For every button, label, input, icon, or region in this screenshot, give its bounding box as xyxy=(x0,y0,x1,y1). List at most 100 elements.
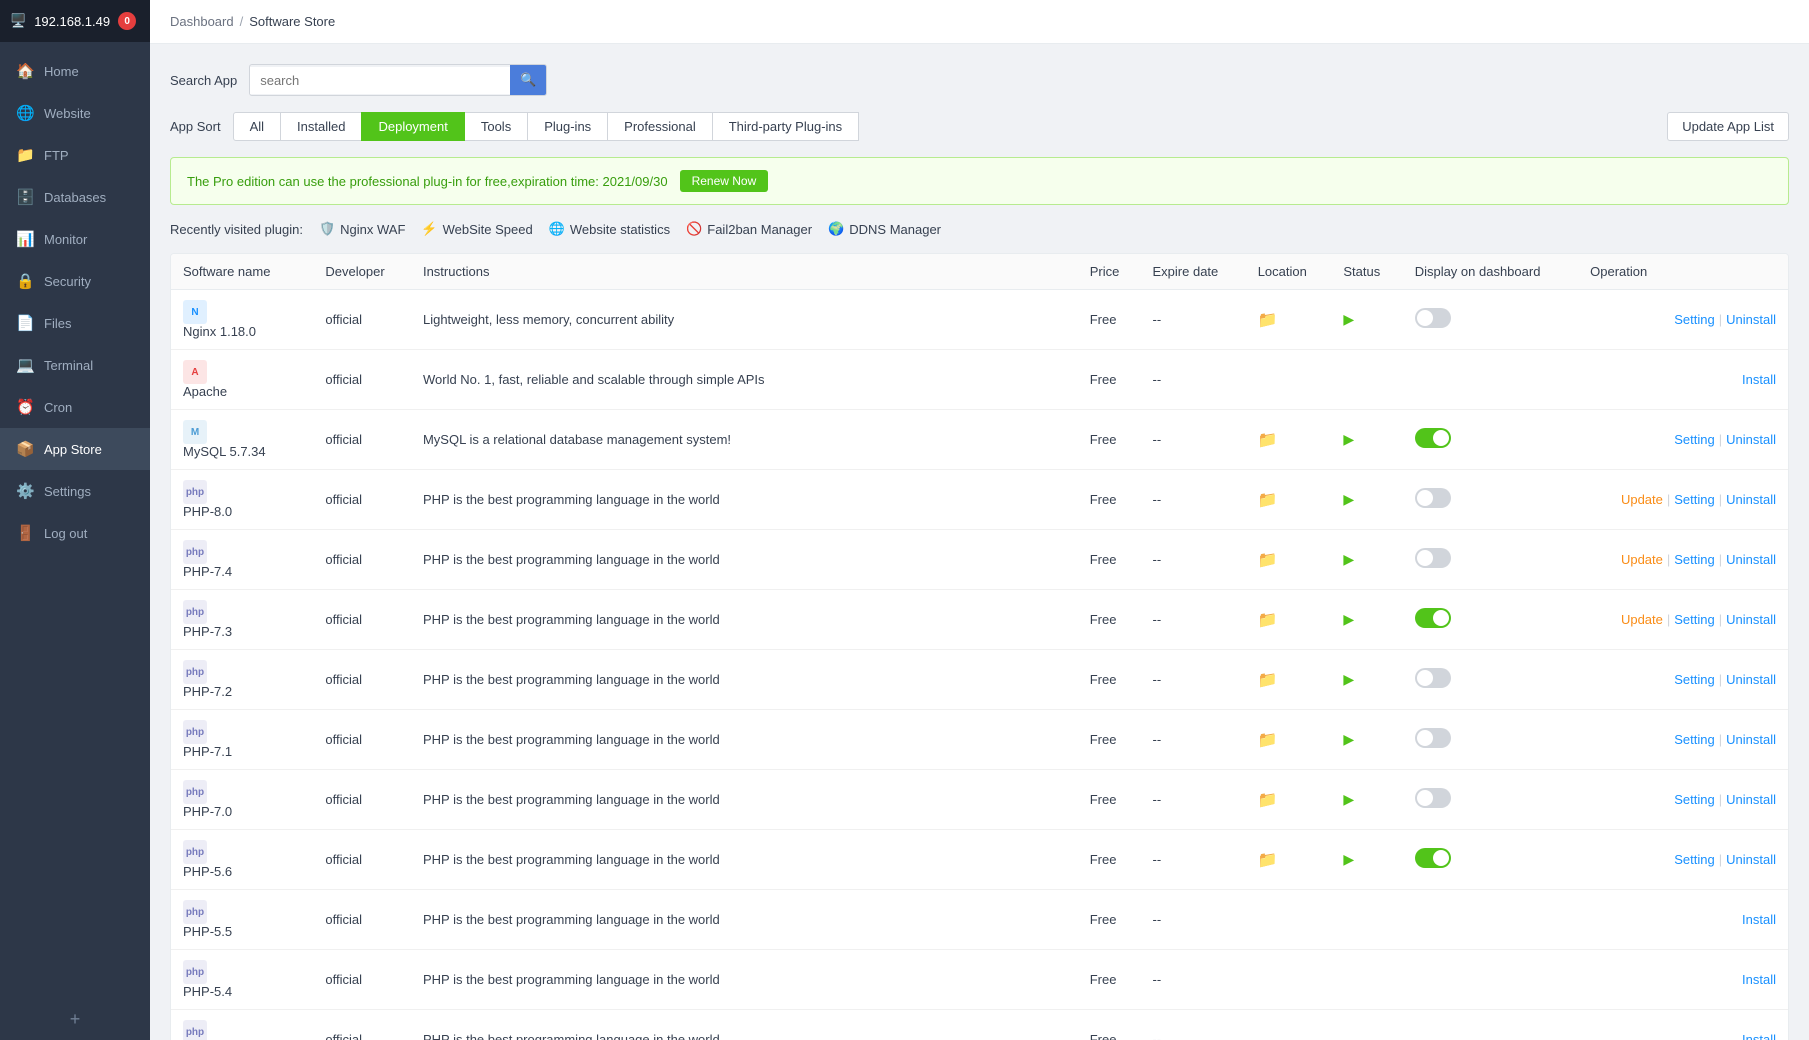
setting-link[interactable]: Setting xyxy=(1674,852,1714,867)
play-button[interactable]: ▶ xyxy=(1343,671,1354,687)
sort-tab-installed[interactable]: Installed xyxy=(280,112,362,141)
play-button[interactable]: ▶ xyxy=(1343,491,1354,507)
uninstall-link[interactable]: Uninstall xyxy=(1726,852,1776,867)
sidebar-item-home[interactable]: 🏠Home xyxy=(0,50,150,92)
folder-icon[interactable]: 📁 xyxy=(1258,492,1278,509)
play-button[interactable]: ▶ xyxy=(1343,731,1354,747)
sidebar-item-terminal[interactable]: 💻Terminal xyxy=(0,344,150,386)
dashboard-toggle[interactable] xyxy=(1415,668,1451,688)
sort-tab-all[interactable]: All xyxy=(233,112,281,141)
sidebar-item-ftp[interactable]: 📁FTP xyxy=(0,134,150,176)
table-header: Software nameDeveloperInstructionsPriceE… xyxy=(171,254,1788,290)
add-button[interactable]: + xyxy=(0,999,150,1040)
sidebar-item-files[interactable]: 📄Files xyxy=(0,302,150,344)
breadcrumb-separator: / xyxy=(240,14,244,29)
folder-icon[interactable]: 📁 xyxy=(1258,792,1278,809)
status-cell: ▶ xyxy=(1331,410,1402,470)
folder-icon[interactable]: 📁 xyxy=(1258,732,1278,749)
folder-icon[interactable]: 📁 xyxy=(1258,432,1278,449)
recent-item-website-statistics[interactable]: 🌐Website statistics xyxy=(549,221,670,237)
sidebar-item-website[interactable]: 🌐Website xyxy=(0,92,150,134)
uninstall-link[interactable]: Uninstall xyxy=(1726,432,1776,447)
sort-tab-third-party-plug-ins[interactable]: Third-party Plug-ins xyxy=(712,112,859,141)
sidebar-item-cron[interactable]: ⏰Cron xyxy=(0,386,150,428)
setting-link[interactable]: Setting xyxy=(1674,312,1714,327)
sidebar-item-logout[interactable]: 🚪Log out xyxy=(0,512,150,554)
sidebar-item-settings[interactable]: ⚙️Settings xyxy=(0,470,150,512)
status-cell: ▶ xyxy=(1331,530,1402,590)
folder-icon[interactable]: 📁 xyxy=(1258,612,1278,629)
uninstall-link[interactable]: Uninstall xyxy=(1726,492,1776,507)
sidebar-item-appstore[interactable]: 📦App Store xyxy=(0,428,150,470)
install-link[interactable]: Install xyxy=(1742,1032,1776,1040)
setting-link[interactable]: Setting xyxy=(1674,552,1714,567)
play-button[interactable]: ▶ xyxy=(1343,611,1354,627)
recent-item-ddns-manager[interactable]: 🌍DDNS Manager xyxy=(828,221,941,237)
folder-icon[interactable]: 📁 xyxy=(1258,552,1278,569)
uninstall-link[interactable]: Uninstall xyxy=(1726,552,1776,567)
dashboard-toggle[interactable] xyxy=(1415,548,1451,568)
app-name: Apache xyxy=(183,384,227,399)
uninstall-link[interactable]: Uninstall xyxy=(1726,792,1776,807)
uninstall-link[interactable]: Uninstall xyxy=(1726,732,1776,747)
dashboard-toggle-cell xyxy=(1403,950,1578,1010)
dashboard-toggle[interactable] xyxy=(1415,608,1451,628)
sort-tab-professional[interactable]: Professional xyxy=(607,112,713,141)
setting-link[interactable]: Setting xyxy=(1674,732,1714,747)
dashboard-toggle[interactable] xyxy=(1415,788,1451,808)
setting-link[interactable]: Setting xyxy=(1674,672,1714,687)
app-icon: A xyxy=(183,360,207,384)
uninstall-link[interactable]: Uninstall xyxy=(1726,612,1776,627)
update-link[interactable]: Update xyxy=(1621,552,1663,567)
dashboard-toggle[interactable] xyxy=(1415,848,1451,868)
app-name: PHP-7.0 xyxy=(183,804,232,819)
update-app-button[interactable]: Update App List xyxy=(1667,112,1789,141)
sidebar-item-databases[interactable]: 🗄️Databases xyxy=(0,176,150,218)
play-button[interactable]: ▶ xyxy=(1343,311,1354,327)
app-name-cell: phpPHP-7.0 xyxy=(171,770,313,830)
install-link[interactable]: Install xyxy=(1742,972,1776,987)
expire-cell: -- xyxy=(1141,890,1246,950)
sidebar-item-security[interactable]: 🔒Security xyxy=(0,260,150,302)
dashboard-toggle[interactable] xyxy=(1415,728,1451,748)
play-button[interactable]: ▶ xyxy=(1343,851,1354,867)
terminal-icon: 💻 xyxy=(16,356,34,374)
folder-icon[interactable]: 📁 xyxy=(1258,852,1278,869)
folder-icon[interactable]: 📁 xyxy=(1258,312,1278,329)
play-button[interactable]: ▶ xyxy=(1343,431,1354,447)
sort-tab-plug-ins[interactable]: Plug-ins xyxy=(527,112,608,141)
status-cell: ▶ xyxy=(1331,650,1402,710)
setting-link[interactable]: Setting xyxy=(1674,792,1714,807)
app-icon: php xyxy=(183,840,207,864)
folder-icon[interactable]: 📁 xyxy=(1258,672,1278,689)
breadcrumb-home[interactable]: Dashboard xyxy=(170,14,234,29)
dashboard-toggle[interactable] xyxy=(1415,488,1451,508)
setting-link[interactable]: Setting xyxy=(1674,492,1714,507)
update-link[interactable]: Update xyxy=(1621,612,1663,627)
setting-link[interactable]: Setting xyxy=(1674,612,1714,627)
sort-tab-tools[interactable]: Tools xyxy=(464,112,528,141)
app-name-cell: phpPHP-5.3 xyxy=(171,1010,313,1040)
renew-button[interactable]: Renew Now xyxy=(680,170,769,192)
search-button[interactable]: 🔍 xyxy=(510,65,546,95)
uninstall-link[interactable]: Uninstall xyxy=(1726,312,1776,327)
toggle-knob xyxy=(1417,490,1433,506)
install-link[interactable]: Install xyxy=(1742,372,1776,387)
setting-link[interactable]: Setting xyxy=(1674,432,1714,447)
play-button[interactable]: ▶ xyxy=(1343,551,1354,567)
recent-item-fail2ban-manager[interactable]: 🚫Fail2ban Manager xyxy=(686,221,812,237)
sidebar-label-home: Home xyxy=(44,64,79,79)
notification-badge: 0 xyxy=(118,12,136,30)
update-link[interactable]: Update xyxy=(1621,492,1663,507)
price-cell: Free xyxy=(1078,530,1141,590)
sidebar-item-monitor[interactable]: 📊Monitor xyxy=(0,218,150,260)
recent-item-nginx-waf[interactable]: 🛡️Nginx WAF xyxy=(319,221,405,237)
search-input[interactable] xyxy=(250,67,510,94)
dashboard-toggle[interactable] xyxy=(1415,428,1451,448)
play-button[interactable]: ▶ xyxy=(1343,791,1354,807)
sort-tab-deployment[interactable]: Deployment xyxy=(361,112,464,141)
install-link[interactable]: Install xyxy=(1742,912,1776,927)
uninstall-link[interactable]: Uninstall xyxy=(1726,672,1776,687)
recent-item-website-speed[interactable]: ⚡WebSite Speed xyxy=(421,221,532,237)
dashboard-toggle[interactable] xyxy=(1415,308,1451,328)
